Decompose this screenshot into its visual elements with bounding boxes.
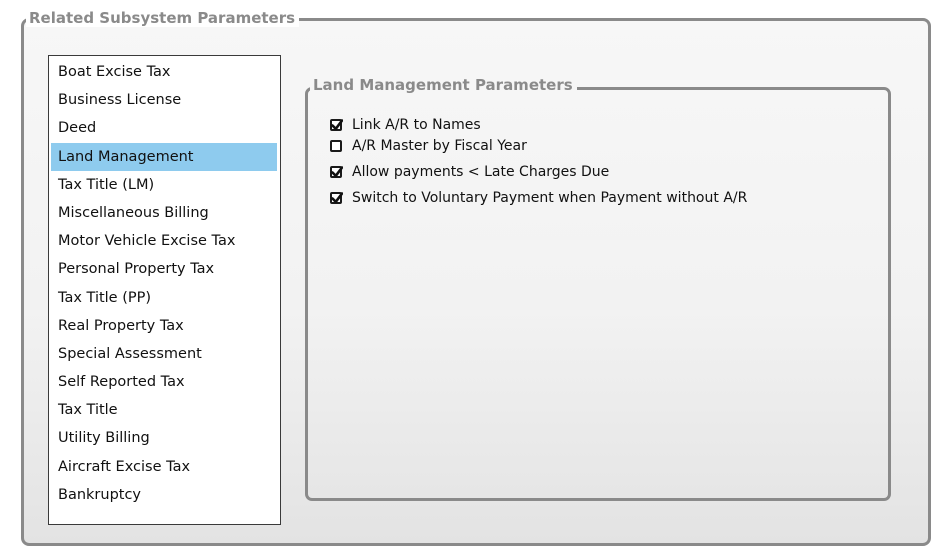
allow-payments-late-charges-label: Allow payments < Late Charges Due [352,164,610,180]
list-item-aircraft-excise-tax[interactable]: Aircraft Excise Tax [51,453,277,481]
list-item-self-reported-tax[interactable]: Self Reported Tax [51,368,277,396]
list-item-special-assessment[interactable]: Special Assessment [51,340,277,368]
list-item-business-license[interactable]: Business License [51,86,277,114]
list-item-personal-property-tax[interactable]: Personal Property Tax [51,255,277,283]
ar-master-by-fiscal-year-checkbox[interactable] [330,140,342,152]
option-ar-master-by-fiscal-year[interactable]: A/R Master by Fiscal Year [330,136,527,156]
allow-payments-late-charges-checkbox[interactable] [330,166,343,178]
related-subsystem-parameters-title: Related Subsystem Parameters [26,9,300,27]
link-ar-to-names-label: Link A/R to Names [352,117,481,133]
checkmark-icon [331,119,343,131]
checkmark-icon [331,192,343,204]
land-management-parameters-title: Land Management Parameters [310,76,577,94]
option-allow-payments-late-charges[interactable]: Allow payments < Late Charges Due [330,162,609,182]
checkmark-icon [331,166,343,178]
list-item-deed[interactable]: Deed [51,114,277,142]
list-item-land-management[interactable]: Land Management [51,142,277,171]
ar-master-by-fiscal-year-label: A/R Master by Fiscal Year [352,138,527,154]
list-item-tax-title-pp[interactable]: Tax Title (PP) [51,284,277,312]
list-item-tax-title[interactable]: Tax Title [51,396,277,424]
switch-to-voluntary-payment-label: Switch to Voluntary Payment when Payment… [352,190,748,206]
option-link-ar-to-names[interactable]: Link A/R to Names [330,115,481,135]
list-item-real-property-tax[interactable]: Real Property Tax [51,312,277,340]
list-item-bankruptcy[interactable]: Bankruptcy [51,481,277,509]
list-item-miscellaneous-billing[interactable]: Miscellaneous Billing [51,199,277,227]
link-ar-to-names-checkbox[interactable] [330,119,343,131]
option-switch-to-voluntary-payment[interactable]: Switch to Voluntary Payment when Payment… [330,188,747,208]
list-item-utility-billing[interactable]: Utility Billing [51,424,277,452]
list-item-tax-title-lm[interactable]: Tax Title (LM) [51,171,277,199]
subsystem-listbox[interactable]: Boat Excise Tax Business License Deed La… [48,55,281,525]
list-item-motor-vehicle-excise-tax[interactable]: Motor Vehicle Excise Tax [51,227,277,255]
list-item-boat-excise-tax[interactable]: Boat Excise Tax [51,58,277,86]
switch-to-voluntary-payment-checkbox[interactable] [330,192,343,204]
